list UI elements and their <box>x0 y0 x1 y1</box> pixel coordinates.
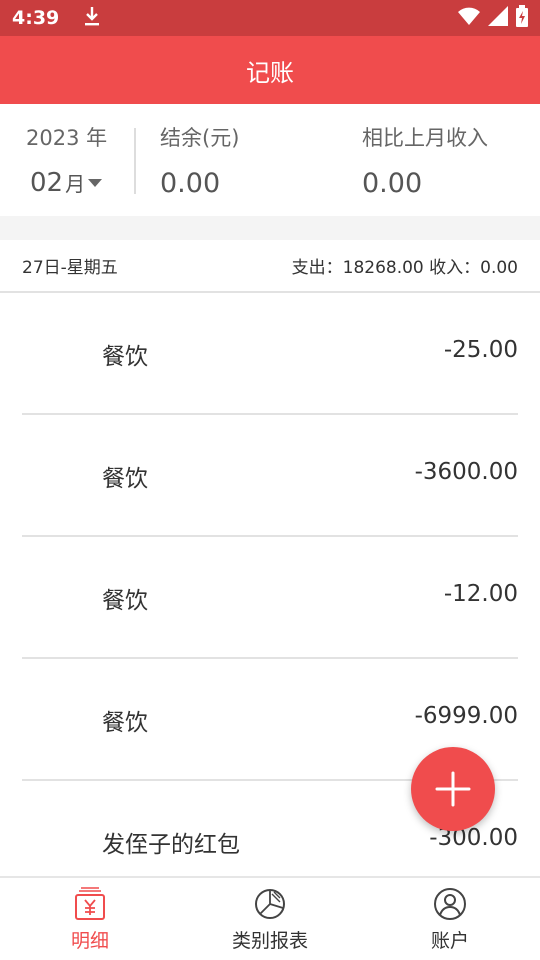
month-selector[interactable]: 02 月 <box>30 168 103 198</box>
summary-divider <box>134 128 136 194</box>
compare-label: 相比上月收入 <box>362 126 488 150</box>
record-category: 餐饮 <box>102 588 148 614</box>
ledger-icon <box>75 887 105 920</box>
compare-value: 0.00 <box>362 168 423 199</box>
nav-label: 类别报表 <box>231 930 308 952</box>
record-category: 餐饮 <box>102 710 148 736</box>
record-category: 发侄子的红包 <box>102 832 240 858</box>
day-date: 27日-星期五 <box>22 258 118 278</box>
record-amount: -6999.00 <box>414 703 518 729</box>
page-title: 记账 <box>246 58 294 87</box>
month-unit: 月 <box>65 172 86 196</box>
month-summary: 2023 年 02 月 结余(元) 0.00 相比上月收入 0.00 <box>0 104 540 216</box>
balance-label: 结余(元) <box>160 126 240 150</box>
record-amount: -3600.00 <box>414 459 518 485</box>
month-number: 02 <box>30 168 64 198</box>
add-record-button[interactable] <box>411 747 495 831</box>
nav-label: 明细 <box>70 930 109 952</box>
balance-value: 0.00 <box>160 168 221 199</box>
record-row[interactable]: 餐饮 -3600.00 <box>22 415 518 537</box>
record-category: 餐饮 <box>102 466 148 492</box>
record-category: 餐饮 <box>102 344 148 370</box>
nav-item-category-report[interactable]: 类别报表 <box>180 878 360 960</box>
nav-item-details[interactable]: 明细 <box>0 878 180 960</box>
nav-label: 账户 <box>430 930 469 952</box>
app-header: 记账 <box>0 36 540 104</box>
day-header: 27日-星期五 支出：18268.00 收入：0.00 <box>0 240 540 293</box>
download-icon <box>83 5 101 32</box>
status-bar: 4:39 <box>0 0 540 36</box>
battery-icon <box>516 4 528 32</box>
record-row[interactable]: 餐饮 -25.00 <box>22 293 518 415</box>
year-label[interactable]: 2023 年 <box>26 122 107 152</box>
pie-chart-icon <box>255 889 285 919</box>
section-separator <box>0 216 540 240</box>
status-time: 4:39 <box>12 7 60 29</box>
signal-icon <box>488 5 508 31</box>
day-totals: 支出：18268.00 收入：0.00 <box>291 258 518 278</box>
bottom-nav: 明细 类别报表 账户 <box>0 876 540 960</box>
caret-down-icon <box>88 179 103 187</box>
plus-icon <box>435 771 471 807</box>
record-row[interactable]: 餐饮 -12.00 <box>22 537 518 659</box>
record-amount: -25.00 <box>443 337 518 363</box>
record-amount: -12.00 <box>443 581 518 607</box>
wifi-icon <box>458 6 480 31</box>
nav-item-account[interactable]: 账户 <box>360 878 540 960</box>
user-icon <box>434 888 466 920</box>
